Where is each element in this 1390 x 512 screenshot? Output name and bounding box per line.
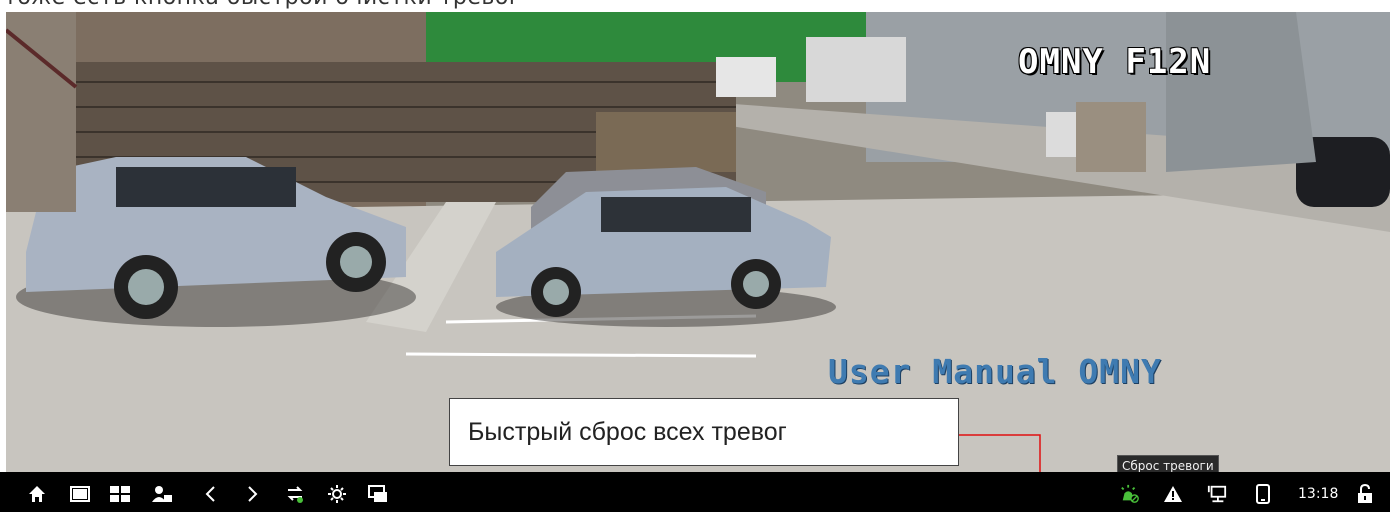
warning-icon[interactable] [1163, 484, 1183, 504]
home-icon[interactable] [27, 484, 47, 504]
prev-icon[interactable] [200, 484, 220, 504]
display-icon[interactable] [368, 484, 388, 504]
user-icon[interactable] [152, 484, 172, 504]
next-icon[interactable] [243, 484, 263, 504]
lock-icon[interactable] [1355, 484, 1375, 504]
annotation-callout: Быстрый сброс всех тревог [449, 398, 959, 466]
watermark-text: User Manual OMNY [828, 352, 1162, 391]
page-caption: тоже есть кнопка быстрой очистки тревог [4, 0, 521, 10]
switch-icon[interactable] [285, 484, 305, 504]
brightness-icon[interactable] [327, 484, 347, 504]
camera-osd-title: OMNY F12N [1018, 42, 1212, 82]
clock-display: 13:18 [1298, 486, 1339, 502]
alarm-reset-icon[interactable] [1120, 484, 1140, 504]
grid-view-icon[interactable] [110, 484, 130, 504]
mobile-icon[interactable] [1253, 484, 1273, 504]
single-view-icon[interactable] [70, 484, 90, 504]
network-icon[interactable] [1207, 484, 1227, 504]
bottom-taskbar: 13:18 [0, 472, 1390, 512]
